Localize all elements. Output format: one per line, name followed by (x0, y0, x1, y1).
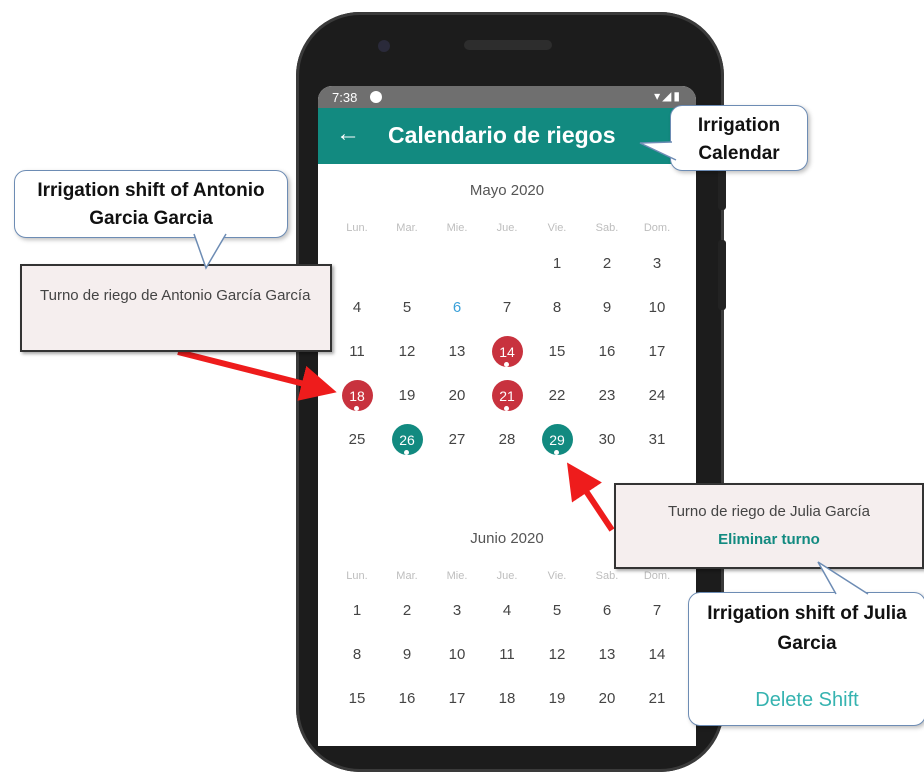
bubble-tail-julia (817, 561, 869, 595)
bubble-tails (193, 141, 869, 595)
bubble-tail-antonio (193, 233, 227, 270)
bubble-tail-calendar (639, 141, 677, 161)
